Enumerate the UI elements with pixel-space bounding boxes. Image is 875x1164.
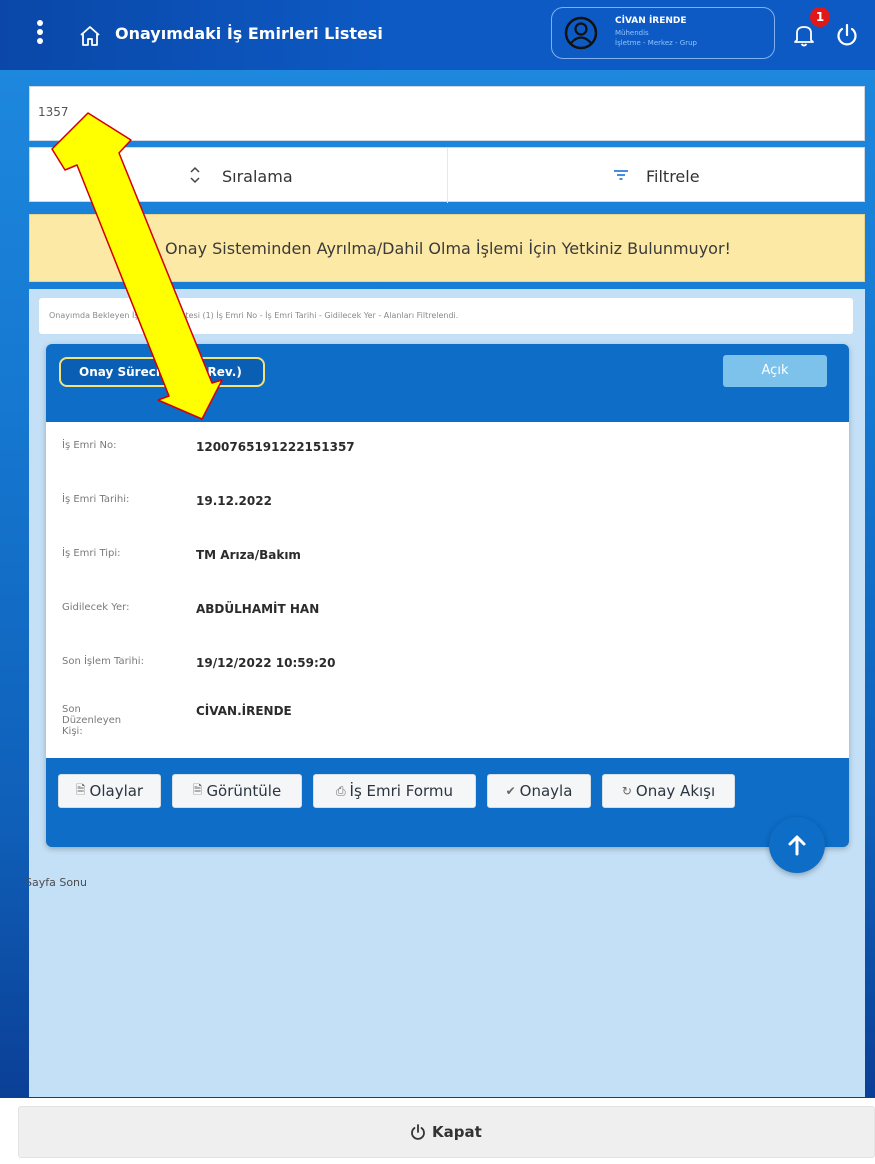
warning-text: Onay Sisteminden Ayrılma/Dahil Olma İşle…	[165, 239, 731, 258]
sort-label: Sıralama	[222, 167, 293, 186]
scroll-to-top-button[interactable]	[769, 817, 825, 873]
document-icon: 🗎	[192, 782, 203, 797]
view-label: Görüntüle	[206, 782, 282, 800]
approval-process-badge: Onay Süreci - Rev.(Rev.)	[59, 357, 265, 387]
detail-label: Son İşlem Tarihi:	[62, 656, 144, 667]
power-icon	[411, 1124, 425, 1140]
work-order-card: Onay Süreci - Rev.(Rev.) Açık İş Emri No…	[46, 344, 849, 847]
detail-value: TM Arıza/Bakım	[196, 548, 301, 562]
page-end-text: Sayfa Sonu	[25, 876, 87, 889]
detail-label: Son Düzenleyen Kişi:	[62, 704, 122, 737]
work-order-form-button[interactable]: ⎙ İş Emri Formu	[313, 774, 476, 808]
work-order-form-label: İş Emri Formu	[349, 782, 454, 800]
filter-icon	[614, 170, 628, 180]
print-icon: ⎙	[335, 783, 346, 798]
close-label: Kapat	[432, 1123, 482, 1141]
events-button[interactable]: 🗎 Olaylar	[58, 774, 161, 808]
card-details: İş Emri No: 1200765191222151357 İş Emri …	[46, 422, 849, 758]
document-icon: 🗎	[75, 782, 86, 797]
warning-banner: Onay Sisteminden Ayrılma/Dahil Olma İşle…	[29, 214, 865, 282]
check-circle-icon: ✔	[505, 784, 516, 798]
home-icon[interactable]	[78, 24, 102, 48]
results-panel: Onayımda Bekleyen İş Emirleri Listesi (1…	[25, 289, 865, 1097]
approval-flow-label: Onay Akışı	[635, 782, 716, 800]
app-background: Onayımdaki İş Emirleri Listesi CİVAN İRE…	[0, 0, 875, 1098]
user-organization: İşletme - Merkez - Grup	[615, 39, 697, 47]
search-box	[29, 86, 865, 141]
result-info-bar: Onayımda Bekleyen İş Emirleri Listesi (1…	[39, 298, 853, 334]
notification-badge: 1	[810, 7, 830, 27]
close-button-content: Kapat	[409, 1123, 482, 1141]
filter-label: Filtrele	[646, 167, 700, 186]
detail-value: CİVAN.İRENDE	[196, 704, 292, 718]
user-profile-box[interactable]: CİVAN İRENDE Mühendis İşletme - Merkez -…	[551, 7, 775, 59]
status-button[interactable]: Açık	[723, 355, 827, 387]
filter-button[interactable]: Filtrele	[448, 148, 866, 203]
power-icon[interactable]	[834, 22, 860, 48]
detail-label: İş Emri Tipi:	[62, 548, 121, 559]
sort-button[interactable]: Sıralama	[30, 148, 448, 203]
sort-filter-bar: Sıralama Filtrele	[29, 147, 866, 203]
detail-label: İş Emri No:	[62, 440, 117, 451]
view-button[interactable]: 🗎 Görüntüle	[172, 774, 302, 808]
refresh-icon: ↻	[621, 784, 632, 798]
detail-value: 1200765191222151357	[196, 440, 355, 454]
arrow-up-icon	[788, 835, 806, 856]
detail-value: 19.12.2022	[196, 494, 272, 508]
events-label: Olaylar	[89, 782, 144, 800]
page-title: Onayımdaki İş Emirleri Listesi	[115, 24, 383, 43]
detail-value: ABDÜLHAMİT HAN	[196, 602, 320, 616]
avatar-icon	[564, 16, 598, 50]
close-button[interactable]: Kapat	[18, 1106, 875, 1158]
sort-icon	[190, 166, 200, 184]
menu-icon[interactable]	[34, 20, 46, 50]
detail-label: Gidilecek Yer:	[62, 602, 130, 613]
user-role: Mühendis	[615, 29, 649, 37]
detail-label: İş Emri Tarihi:	[62, 494, 130, 505]
search-input[interactable]	[38, 105, 838, 119]
approval-flow-button[interactable]: ↻ Onay Akışı	[602, 774, 735, 808]
result-info-text: Onayımda Bekleyen İş Emirleri Listesi (1…	[49, 311, 459, 320]
approve-label: Onayla	[519, 782, 573, 800]
user-name: CİVAN İRENDE	[615, 16, 687, 26]
bell-icon[interactable]	[792, 22, 816, 48]
app-header: Onayımdaki İş Emirleri Listesi CİVAN İRE…	[0, 0, 875, 70]
detail-value: 19/12/2022 10:59:20	[196, 656, 336, 670]
approve-button[interactable]: ✔ Onayla	[487, 774, 591, 808]
